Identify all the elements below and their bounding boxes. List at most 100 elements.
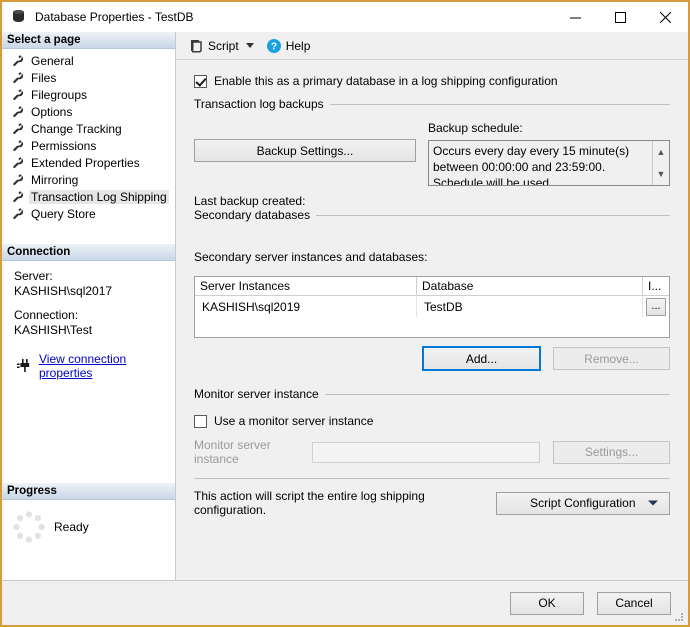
enable-primary-label: Enable this as a primary database in a l…	[214, 74, 558, 88]
sidebar-item-mirroring[interactable]: Mirroring	[2, 171, 175, 188]
help-icon: ?	[267, 39, 281, 53]
use-monitor-checkbox[interactable]	[194, 415, 207, 428]
sidebar-item-label: Extended Properties	[29, 156, 142, 170]
sidebar-item-label: Transaction Log Shipping	[29, 190, 169, 204]
secondary-databases-group-label: Secondary databases	[194, 208, 310, 222]
use-monitor-label: Use a monitor server instance	[214, 414, 373, 428]
progress-header: Progress	[2, 483, 175, 500]
backup-schedule-column: Backup schedule: Occurs every day every …	[416, 121, 670, 186]
server-value: KASHISH\sql2017	[14, 284, 175, 299]
sidebar-item-change-tracking[interactable]: Change Tracking	[2, 120, 175, 137]
sidebar-item-transaction-log-shipping[interactable]: Transaction Log Shipping	[2, 188, 175, 205]
content-area: Enable this as a primary database in a l…	[176, 60, 688, 580]
monitor-instance-input	[312, 442, 540, 463]
wrench-icon	[11, 71, 24, 84]
cancel-button[interactable]: Cancel	[597, 592, 671, 615]
view-connection-properties-row[interactable]: View connection properties	[17, 352, 175, 380]
script-configuration-label: Script Configuration	[530, 496, 635, 510]
wrench-icon	[11, 156, 24, 169]
wrench-icon	[11, 207, 24, 220]
backup-schedule-box[interactable]: Occurs every day every 15 minute(s) betw…	[428, 140, 670, 186]
settings-button: Settings...	[553, 441, 670, 464]
dialog-footer: OK Cancel	[2, 580, 688, 625]
grid-header-row: Server Instances Database I...	[195, 277, 669, 296]
secondary-databases-group-header: Secondary databases	[194, 208, 670, 222]
column-header-database[interactable]: Database	[417, 277, 643, 296]
table-row[interactable]: KASHISH\sql2019 TestDB ...	[195, 296, 669, 317]
database-properties-dialog: Database Properties - TestDB Select a pa…	[0, 0, 690, 627]
close-icon[interactable]	[643, 2, 688, 32]
connection-header: Connection	[2, 244, 175, 261]
svg-text:?: ?	[271, 41, 277, 52]
transaction-log-backups-area: Backup Settings... Backup schedule: Occu…	[194, 121, 670, 186]
cell-database: TestDB	[417, 296, 643, 317]
column-header-third[interactable]: I...	[643, 277, 669, 296]
resize-grip[interactable]	[673, 611, 685, 623]
wrench-icon	[11, 190, 24, 203]
sidebar-item-options[interactable]: Options	[2, 103, 175, 120]
toolbar: Script ? Help	[176, 32, 688, 60]
row-ellipsis-button[interactable]: ...	[646, 298, 666, 316]
enable-primary-row[interactable]: Enable this as a primary database in a l…	[194, 74, 670, 88]
script-configuration-button[interactable]: Script Configuration	[496, 492, 670, 515]
remove-button: Remove...	[553, 347, 670, 370]
script-button[interactable]: Script	[185, 35, 243, 57]
sidebar-item-extended-properties[interactable]: Extended Properties	[2, 154, 175, 171]
sidebar-item-permissions[interactable]: Permissions	[2, 137, 175, 154]
wrench-icon	[11, 173, 24, 186]
use-monitor-row[interactable]: Use a monitor server instance	[194, 414, 670, 428]
spinner-icon	[12, 510, 46, 544]
select-a-page-header: Select a page	[2, 32, 175, 49]
scroll-up-icon[interactable]: ▲	[657, 148, 666, 157]
wrench-icon	[11, 88, 24, 101]
title-bar: Database Properties - TestDB	[2, 2, 688, 32]
maximize-icon[interactable]	[598, 2, 643, 32]
ok-button[interactable]: OK	[510, 592, 584, 615]
sidebar-item-label: Permissions	[29, 139, 98, 153]
connection-value: KASHISH\Test	[14, 323, 175, 338]
transaction-log-group-header: Transaction log backups	[194, 97, 670, 111]
server-label: Server:	[14, 269, 175, 284]
sidebar-item-label: Query Store	[29, 207, 98, 221]
script-dropdown-caret-icon[interactable]	[243, 36, 257, 56]
window-controls	[553, 2, 688, 32]
grid-action-buttons: Add... Remove...	[194, 347, 670, 370]
database-icon	[11, 9, 27, 25]
window-title: Database Properties - TestDB	[35, 10, 553, 24]
monitor-instance-row: Monitor server instance Settings...	[194, 438, 670, 466]
sidebar-item-label: Filegroups	[29, 88, 89, 102]
view-connection-properties-link[interactable]: View connection properties	[39, 352, 175, 380]
cell-action: ...	[643, 296, 669, 317]
monitor-server-group-label: Monitor server instance	[194, 387, 319, 401]
connection-info: Server: KASHISH\sql2017 Connection: KASH…	[2, 261, 175, 384]
sidebar-item-query-store[interactable]: Query Store	[2, 205, 175, 222]
transaction-log-group-label: Transaction log backups	[194, 97, 324, 111]
secondary-databases-grid[interactable]: Server Instances Database I... KASHISH\s…	[194, 276, 670, 338]
wrench-icon	[11, 105, 24, 118]
monitor-server-group-header: Monitor server instance	[194, 387, 670, 401]
progress-block: Ready	[2, 500, 175, 580]
enable-primary-checkbox[interactable]	[194, 75, 207, 88]
backup-settings-button[interactable]: Backup Settings...	[194, 139, 416, 162]
page-list: General Files Filegroups Options Change …	[2, 49, 175, 222]
minimize-icon[interactable]	[553, 2, 598, 32]
sidebar-item-files[interactable]: Files	[2, 69, 175, 86]
backup-schedule-label: Backup schedule:	[428, 121, 670, 135]
monitor-instance-label: Monitor server instance	[194, 438, 312, 466]
script-note: This action will script the entire log s…	[194, 489, 496, 517]
script-label: Script	[208, 39, 239, 53]
add-button[interactable]: Add...	[423, 347, 540, 370]
backup-schedule-value: Occurs every day every 15 minute(s) betw…	[429, 141, 652, 185]
scroll-down-icon[interactable]: ▼	[657, 170, 666, 179]
backup-schedule-scrollbar[interactable]: ▲ ▼	[652, 141, 669, 185]
wrench-icon	[11, 122, 24, 135]
group-divider	[316, 215, 670, 216]
backup-settings-column: Backup Settings...	[194, 121, 416, 186]
sidebar-item-filegroups[interactable]: Filegroups	[2, 86, 175, 103]
sidebar-item-general[interactable]: General	[2, 52, 175, 69]
chevron-down-icon[interactable]	[648, 501, 658, 506]
connection-label: Connection:	[14, 308, 175, 323]
column-header-server-instances[interactable]: Server Instances	[195, 277, 417, 296]
help-button[interactable]: ? Help	[263, 35, 315, 57]
cell-server-instance: KASHISH\sql2019	[195, 296, 417, 317]
